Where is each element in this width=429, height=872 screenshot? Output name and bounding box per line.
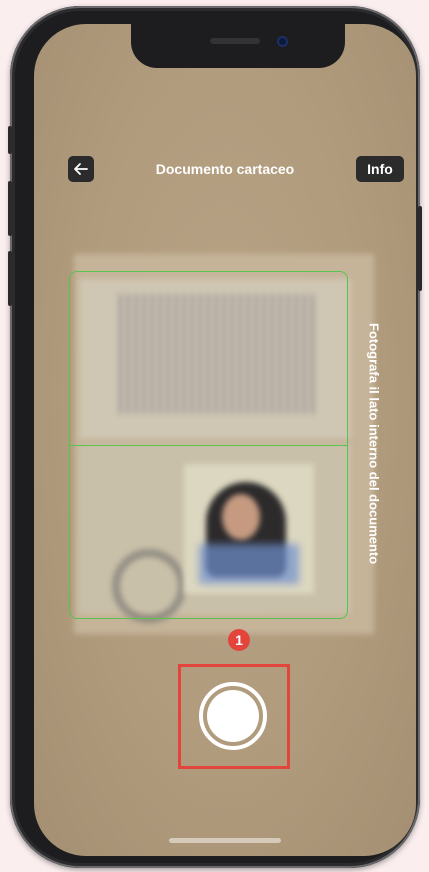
shutter-button[interactable] <box>199 682 267 750</box>
info-button[interactable]: Info <box>356 156 404 182</box>
volume-up-button <box>8 181 12 236</box>
notch <box>131 24 345 68</box>
power-button <box>418 206 422 291</box>
capture-instruction: Fotografa il lato interno del documento <box>364 294 384 594</box>
document-guide-frame <box>69 271 348 619</box>
phone-frame: Documento cartaceo Info Fotografa il lat… <box>8 6 422 868</box>
guide-fold-line <box>70 445 347 446</box>
step-badge: 1 <box>228 629 250 651</box>
front-camera-icon <box>277 36 288 47</box>
shutter-icon <box>207 690 259 742</box>
instruction-text: Fotografa il lato interno del documento <box>366 323 382 565</box>
home-indicator <box>169 838 281 843</box>
camera-screen: Documento cartaceo Info Fotografa il lat… <box>34 24 416 856</box>
mute-switch <box>8 126 12 154</box>
camera-header: Documento cartaceo Info <box>34 156 416 186</box>
speaker-grille <box>210 38 260 44</box>
volume-down-button <box>8 251 12 306</box>
